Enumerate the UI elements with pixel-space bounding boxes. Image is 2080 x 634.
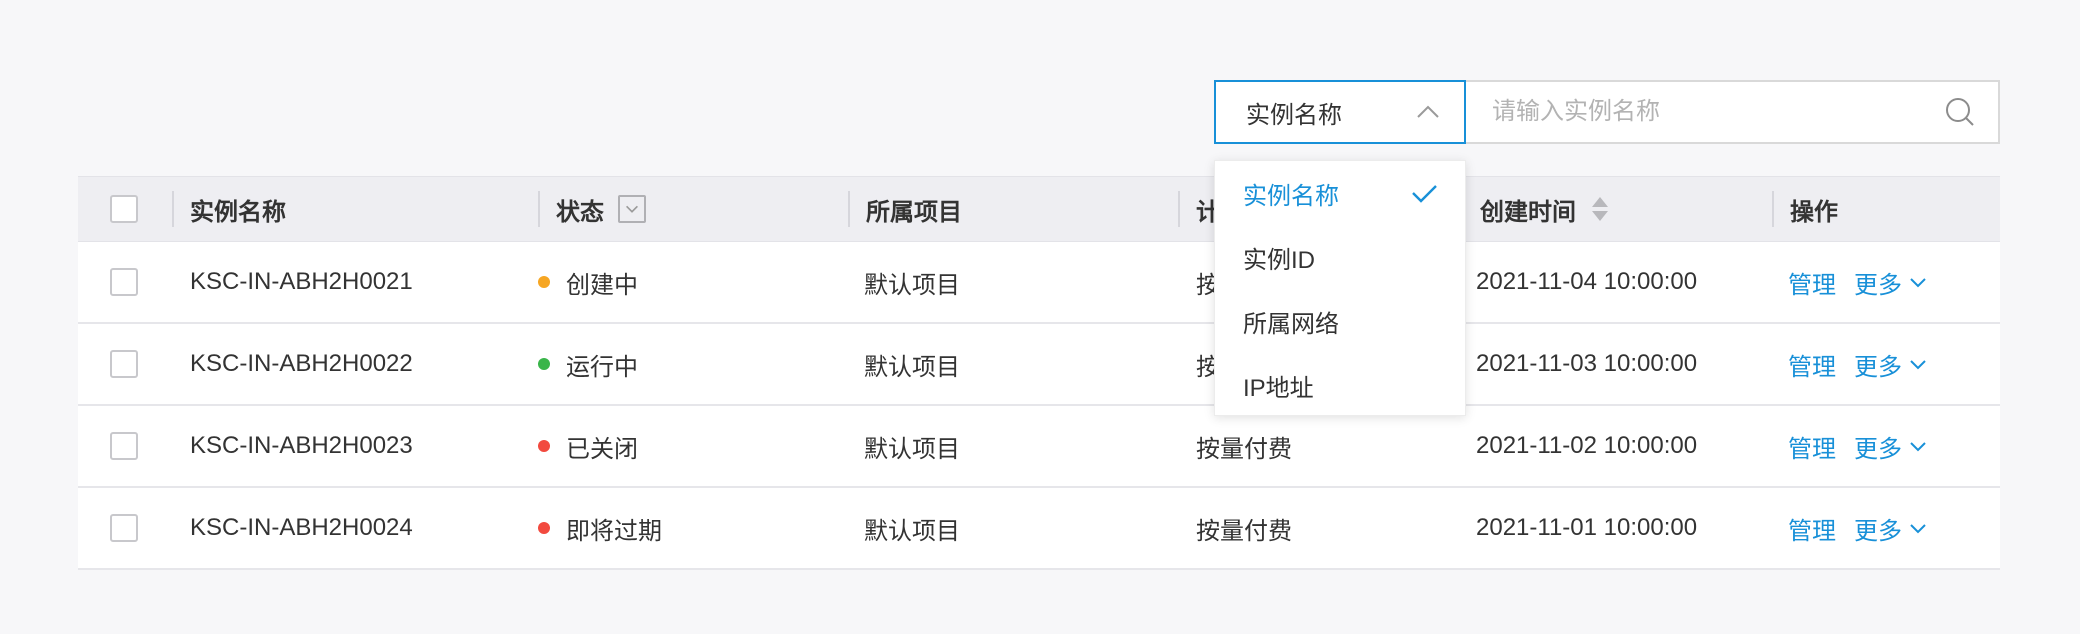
- manage-link[interactable]: 管理: [1788, 429, 1836, 464]
- dropdown-option-label: 实例名称: [1243, 182, 1339, 210]
- dropdown-option-label: 实例ID: [1243, 246, 1315, 274]
- select-all-checkbox[interactable]: [110, 195, 138, 223]
- row-checkbox-cell: [110, 324, 138, 404]
- row-checkbox[interactable]: [110, 350, 138, 378]
- actions-cell: 管理 更多: [1788, 242, 1928, 322]
- column-divider: [1178, 191, 1180, 227]
- header-name: 实例名称: [190, 198, 286, 226]
- chevron-down-icon: [1910, 524, 1926, 534]
- chevron-down-icon: [1910, 442, 1926, 452]
- instance-name: KSC-IN-ABH2H0023: [190, 432, 413, 459]
- row-checkbox-cell: [110, 488, 138, 568]
- more-label: 更多: [1854, 271, 1902, 299]
- header-created: 创建时间: [1480, 177, 1608, 241]
- header-actions: 操作: [1790, 198, 1838, 226]
- status-cell: 运行中: [538, 324, 638, 404]
- header-created-label: 创建时间: [1480, 198, 1576, 226]
- project-cell: 默认项目: [864, 517, 960, 545]
- manage-link[interactable]: 管理: [1788, 265, 1836, 300]
- table-row: KSC-IN-ABH2H0022 运行中 默认项目 按 2021-11-03 1…: [78, 324, 2000, 406]
- dropdown-option[interactable]: 实例ID: [1215, 225, 1465, 289]
- column-divider: [848, 191, 850, 227]
- header-project: 所属项目: [866, 198, 962, 226]
- project-cell: 默认项目: [864, 353, 960, 381]
- dropdown-option-label: IP地址: [1243, 374, 1314, 402]
- row-checkbox-cell: [110, 242, 138, 322]
- dropdown-option[interactable]: IP地址: [1215, 353, 1465, 417]
- status-cell: 创建中: [538, 242, 638, 322]
- status-cell: 即将过期: [538, 488, 662, 568]
- manage-link[interactable]: 管理: [1788, 511, 1836, 546]
- chevron-down-icon: [1910, 278, 1926, 288]
- search-type-dropdown: 实例名称实例ID 所属网络 IP地址: [1214, 160, 1466, 416]
- more-actions-button[interactable]: 更多: [1854, 265, 1928, 300]
- column-divider: [172, 191, 174, 227]
- chevron-down-icon: [1910, 360, 1926, 370]
- billing-cell: 按量付费: [1196, 517, 1292, 545]
- search-field: [1466, 80, 2000, 144]
- status-text: 即将过期: [566, 517, 662, 545]
- row-checkbox-cell: [110, 406, 138, 486]
- status-filter-icon[interactable]: [618, 195, 646, 223]
- status-text: 运行中: [566, 353, 638, 381]
- created-time: 2021-11-02 10:00:00: [1476, 432, 1698, 459]
- row-checkbox[interactable]: [110, 268, 138, 296]
- more-actions-button[interactable]: 更多: [1854, 347, 1928, 382]
- row-checkbox[interactable]: [110, 514, 138, 542]
- header-status: 状态: [556, 177, 646, 241]
- chevron-up-icon: [1417, 105, 1439, 118]
- more-actions-button[interactable]: 更多: [1854, 511, 1928, 546]
- header-checkbox-cell: [110, 177, 138, 241]
- search-icon[interactable]: [1944, 96, 1976, 128]
- dropdown-option[interactable]: 实例名称: [1215, 161, 1465, 225]
- actions-cell: 管理 更多: [1788, 488, 1928, 568]
- table-row: KSC-IN-ABH2H0023 已关闭 默认项目 按量付费 2021-11-0…: [78, 406, 2000, 488]
- instance-table: 实例名称 状态 所属项目 计 创建时间 操作 KSC-IN-ABH2H0021 …: [78, 176, 2000, 570]
- instance-name: KSC-IN-ABH2H0022: [190, 350, 413, 377]
- status-cell: 已关闭: [538, 406, 638, 486]
- status-text: 创建中: [566, 271, 638, 299]
- created-time: 2021-11-01 10:00:00: [1476, 514, 1698, 541]
- column-divider: [538, 191, 540, 227]
- search-type-select[interactable]: 实例名称: [1214, 80, 1466, 144]
- search-bar: 实例名称: [1214, 80, 2000, 144]
- row-checkbox[interactable]: [110, 432, 138, 460]
- billing-cell: 按量付费: [1196, 435, 1292, 463]
- more-label: 更多: [1854, 435, 1902, 463]
- more-label: 更多: [1854, 353, 1902, 381]
- sort-ascending-icon: [1592, 197, 1608, 207]
- project-cell: 默认项目: [864, 271, 960, 299]
- search-type-label: 实例名称: [1246, 101, 1342, 129]
- status-dot-icon: [538, 522, 550, 534]
- status-text: 已关闭: [566, 435, 638, 463]
- sort-descending-icon: [1592, 211, 1608, 221]
- more-label: 更多: [1854, 517, 1902, 545]
- actions-cell: 管理 更多: [1788, 406, 1928, 486]
- header-status-label: 状态: [556, 198, 604, 226]
- checkmark-icon: [1412, 185, 1437, 203]
- table-header: 实例名称 状态 所属项目 计 创建时间 操作: [78, 176, 2000, 242]
- dropdown-option-label: 所属网络: [1243, 310, 1339, 338]
- actions-cell: 管理 更多: [1788, 324, 1928, 404]
- chevron-down-icon: [626, 205, 638, 213]
- more-actions-button[interactable]: 更多: [1854, 429, 1928, 464]
- search-input[interactable]: [1492, 98, 1944, 126]
- instance-name: KSC-IN-ABH2H0024: [190, 514, 413, 541]
- created-time: 2021-11-03 10:00:00: [1476, 350, 1698, 377]
- table-body: KSC-IN-ABH2H0021 创建中 默认项目 按 2021-11-04 1…: [78, 242, 2000, 570]
- status-dot-icon: [538, 276, 550, 288]
- sort-icon[interactable]: [1592, 197, 1608, 221]
- dropdown-option[interactable]: 所属网络: [1215, 289, 1465, 353]
- instance-name: KSC-IN-ABH2H0021: [190, 268, 413, 295]
- project-cell: 默认项目: [864, 435, 960, 463]
- manage-link[interactable]: 管理: [1788, 347, 1836, 382]
- status-dot-icon: [538, 358, 550, 370]
- created-time: 2021-11-04 10:00:00: [1476, 268, 1698, 295]
- table-row: KSC-IN-ABH2H0021 创建中 默认项目 按 2021-11-04 1…: [78, 242, 2000, 324]
- table-row: KSC-IN-ABH2H0024 即将过期 默认项目 按量付费 2021-11-…: [78, 488, 2000, 570]
- column-divider: [1772, 191, 1774, 227]
- status-dot-icon: [538, 440, 550, 452]
